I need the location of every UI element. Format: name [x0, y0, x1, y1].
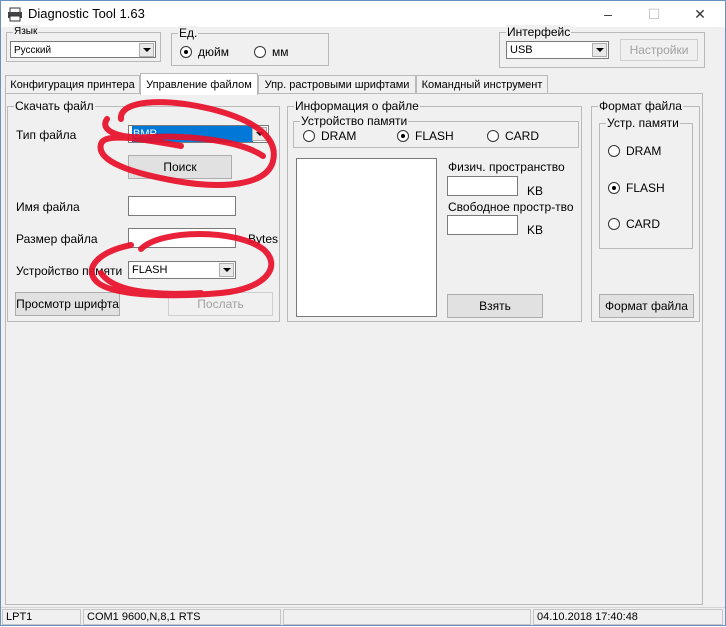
status-com-settings: COM1 9600,N,8,1 RTS: [83, 609, 281, 625]
maximize-button[interactable]: ☐: [631, 1, 677, 27]
close-button[interactable]: ✕: [677, 1, 723, 27]
memory-device-label: Устройство памяти: [16, 264, 123, 278]
memory-device-select[interactable]: FLASH: [128, 261, 236, 279]
status-datetime: 04.10.2018 17:40:48: [533, 609, 723, 625]
file-name-field[interactable]: [128, 196, 236, 216]
format-radio-flash[interactable]: FLASH: [608, 181, 665, 195]
file-info-radio-card[interactable]: CARD: [487, 129, 539, 143]
chevron-down-icon[interactable]: [252, 127, 267, 141]
file-info-memory-group: Устройство памяти DRAM FLASH CARD: [293, 114, 579, 148]
file-info-legend: Информация о файле: [294, 99, 420, 113]
file-type-value: BMP: [132, 126, 253, 142]
file-management-panel: Скачать файл Тип файла BMP Поиск Имя фай…: [5, 93, 703, 605]
language-label: Язык: [13, 25, 39, 39]
memory-option-label: CARD: [505, 129, 540, 143]
send-button[interactable]: Послать: [168, 292, 273, 316]
format-radio-card[interactable]: CARD: [608, 217, 660, 231]
title-bar: Diagnostic Tool 1.63 – ☐ ✕: [1, 1, 725, 27]
units-group: Ед. дюйм мм: [171, 26, 329, 66]
file-info-memory-legend: Устройство памяти: [300, 114, 409, 128]
units-option-label: мм: [272, 45, 289, 59]
file-format-memory-group: Устр. памяти DRAM FLASH CARD: [599, 116, 693, 249]
language-select[interactable]: Русский: [10, 41, 156, 58]
file-info-radio-flash[interactable]: FLASH: [397, 129, 454, 143]
file-size-field[interactable]: [128, 228, 236, 248]
file-format-group: Формат файла Устр. памяти DRAM FLASH CAR…: [591, 99, 700, 322]
free-space-unit: KB: [527, 223, 544, 237]
interface-label: Интерфейс: [506, 25, 572, 39]
file-type-label: Тип файла: [16, 128, 77, 142]
file-list-box[interactable]: [296, 158, 437, 317]
status-port: LPT1: [2, 609, 81, 625]
interface-select[interactable]: USB: [506, 41, 609, 59]
language-value: Русский: [14, 45, 52, 56]
radio-unchecked-icon: [303, 130, 315, 142]
file-info-group: Информация о файле Устройство памяти DRA…: [287, 99, 582, 322]
memory-device-value: FLASH: [132, 264, 168, 276]
download-file-group: Скачать файл Тип файла BMP Поиск Имя фай…: [7, 99, 280, 322]
file-name-label: Имя файла: [16, 200, 80, 214]
tab-bitmap-fonts[interactable]: Упр. растровыми шрифтами: [258, 75, 416, 94]
format-memory-option-label: FLASH: [626, 181, 665, 195]
radio-unchecked-icon: [608, 145, 620, 157]
free-space-field[interactable]: [447, 215, 518, 235]
radio-checked-icon: [180, 46, 192, 58]
file-size-label: Размер файла: [16, 232, 98, 246]
file-type-select[interactable]: BMP: [128, 125, 269, 143]
interface-value: USB: [510, 44, 533, 56]
format-file-button[interactable]: Формат файла: [599, 294, 694, 318]
radio-checked-icon: [397, 130, 409, 142]
tab-file-management[interactable]: Управление файлом: [140, 73, 258, 95]
status-message: [283, 609, 531, 625]
preview-font-button[interactable]: Просмотр шрифта: [15, 292, 120, 316]
physical-space-unit: KB: [527, 184, 544, 198]
memory-option-label: DRAM: [321, 129, 357, 143]
download-legend: Скачать файл: [14, 99, 95, 113]
interface-group: Интерфейс USB Настройки: [499, 25, 705, 68]
bytes-unit-label: Bytes: [248, 232, 279, 246]
units-option-label: дюйм: [198, 45, 229, 59]
format-memory-option-label: CARD: [626, 217, 661, 231]
physical-space-label: Физич. пространство: [448, 160, 565, 174]
physical-space-field[interactable]: [447, 176, 518, 196]
free-space-label: Свободное простр-тво: [448, 200, 574, 214]
units-label: Ед.: [178, 26, 199, 40]
radio-unchecked-icon: [254, 46, 266, 58]
format-memory-option-label: DRAM: [626, 144, 662, 158]
chevron-down-icon[interactable]: [219, 263, 234, 277]
minimize-button[interactable]: –: [585, 1, 631, 27]
language-group: Язык Русский: [6, 25, 161, 62]
settings-button[interactable]: Настройки: [620, 39, 698, 61]
tab-command-tool[interactable]: Командный инструмент: [416, 75, 548, 94]
tab-printer-config[interactable]: Конфигурация принтера: [5, 75, 140, 94]
chevron-down-icon[interactable]: [592, 43, 607, 57]
radio-unchecked-icon: [487, 130, 499, 142]
printer-icon: [8, 7, 22, 22]
file-format-memory-legend: Устр. памяти: [606, 116, 680, 130]
file-info-radio-dram[interactable]: DRAM: [303, 129, 356, 143]
search-button[interactable]: Поиск: [128, 155, 232, 179]
units-radio-mm[interactable]: мм: [254, 45, 289, 59]
radio-unchecked-icon: [608, 218, 620, 230]
memory-option-label: FLASH: [415, 129, 454, 143]
window-title: Diagnostic Tool 1.63: [28, 6, 145, 21]
format-radio-dram[interactable]: DRAM: [608, 144, 661, 158]
chevron-down-icon[interactable]: [139, 43, 154, 57]
app-window: Diagnostic Tool 1.63 – ☐ ✕ Язык Русский …: [0, 0, 726, 626]
units-radio-inch[interactable]: дюйм: [180, 45, 229, 59]
file-format-legend: Формат файла: [598, 99, 683, 113]
status-bar: LPT1 COM1 9600,N,8,1 RTS 04.10.2018 17:4…: [1, 607, 725, 625]
take-button[interactable]: Взять: [447, 294, 543, 318]
radio-checked-icon: [608, 182, 620, 194]
